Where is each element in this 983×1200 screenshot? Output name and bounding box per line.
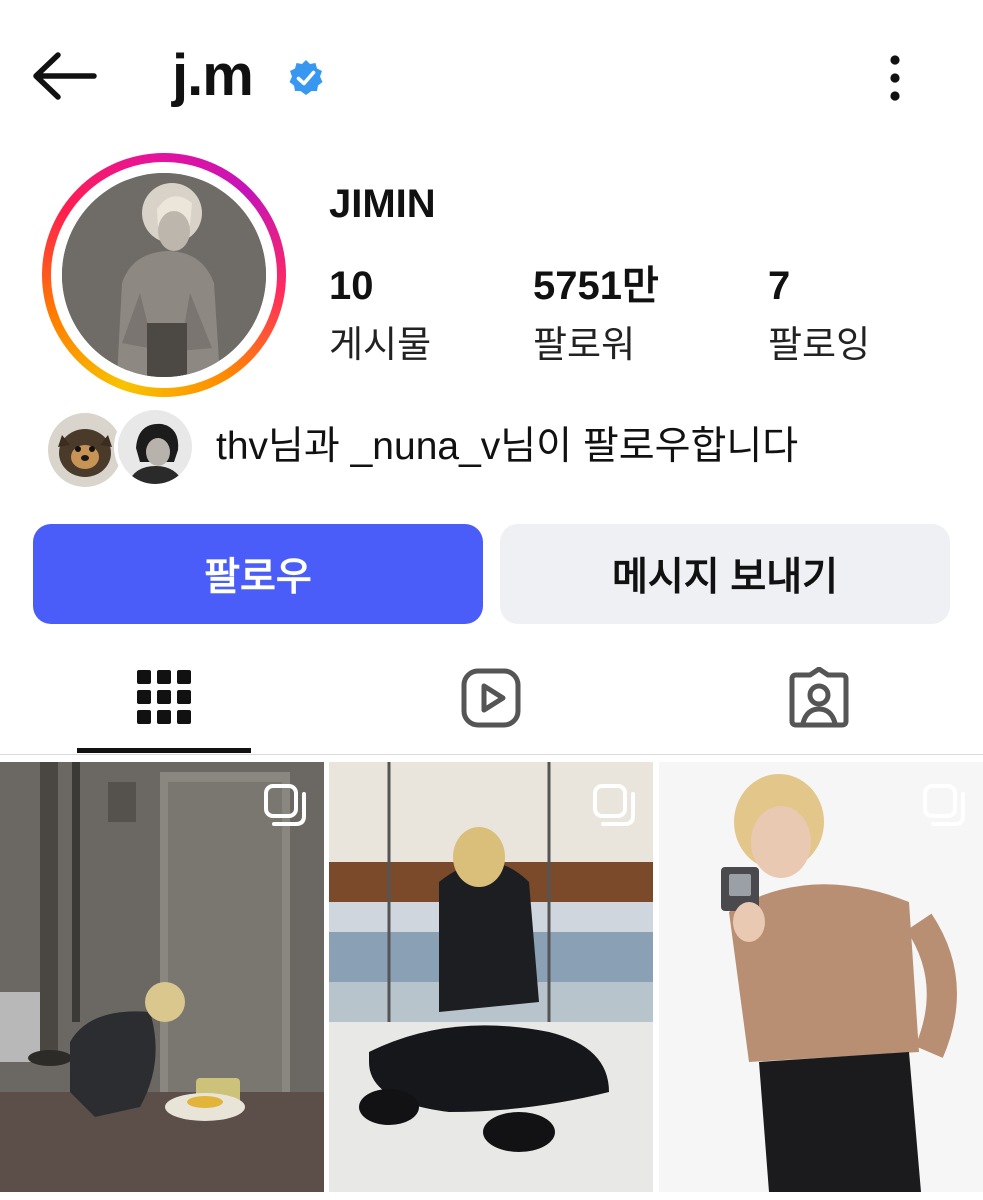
posts-count[interactable]: 10: [329, 262, 374, 310]
tabs-divider: [0, 754, 983, 755]
verified-badge-icon: [286, 58, 326, 98]
selected-tab-indicator: [77, 748, 251, 753]
followers-count[interactable]: 5751만: [533, 262, 659, 310]
display-name: JIMIN: [329, 182, 436, 226]
more-options-button[interactable]: [872, 50, 918, 106]
profile-avatar[interactable]: [42, 153, 286, 397]
carousel-icon: [593, 784, 635, 826]
message-button[interactable]: 메시지 보내기: [500, 524, 950, 624]
post-thumbnail[interactable]: [659, 762, 983, 1192]
carousel-icon: [264, 784, 306, 826]
post-thumbnail[interactable]: [0, 762, 324, 1192]
back-button[interactable]: [28, 46, 100, 106]
grid-icon: [137, 670, 191, 724]
carousel-icon: [923, 784, 965, 826]
more-vertical-icon: [890, 55, 900, 101]
profile-username: j.m: [172, 43, 254, 108]
tab-posts-grid[interactable]: [64, 648, 264, 748]
followed-by-text[interactable]: thv님과 _nuna_v님이 팔로우합니다: [216, 421, 798, 473]
avatar-photo: [62, 173, 266, 377]
arrow-left-icon: [33, 52, 97, 100]
reels-icon: [461, 668, 521, 728]
followers-label[interactable]: 팔로워: [533, 321, 635, 369]
posts-label[interactable]: 게시물: [329, 321, 431, 369]
tagged-icon: [789, 667, 849, 728]
following-count[interactable]: 7: [768, 262, 790, 310]
tab-tagged[interactable]: [719, 648, 919, 748]
post-thumbnail[interactable]: [329, 762, 653, 1192]
follow-button[interactable]: 팔로우: [33, 524, 483, 624]
follower-avatar-2[interactable]: [114, 406, 196, 488]
tab-reels[interactable]: [391, 648, 591, 748]
following-label[interactable]: 팔로잉: [768, 321, 870, 369]
